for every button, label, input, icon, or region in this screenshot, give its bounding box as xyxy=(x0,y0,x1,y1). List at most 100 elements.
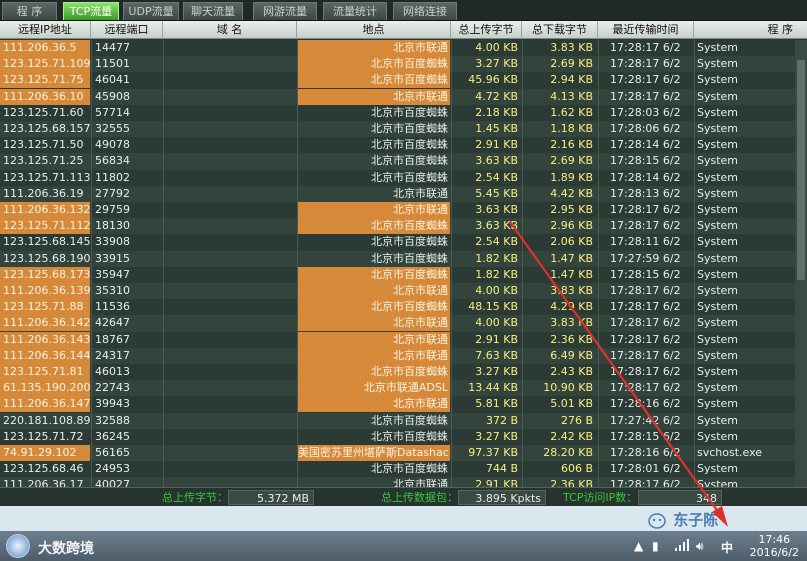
upload-bytes-cell: 4.00 KB xyxy=(475,316,518,330)
col-remote-ip[interactable]: 远程IP地址 xyxy=(0,21,91,39)
tab-game-traffic[interactable]: 网游流量 xyxy=(253,2,317,20)
upload-bytes-cell: 4.72 KB xyxy=(475,89,518,103)
location-cell: 北京市百度蜘蛛 xyxy=(371,122,448,135)
column-divider xyxy=(694,40,695,487)
last-transfer-cell: 17:28:15 6/2 xyxy=(610,154,681,168)
table-row[interactable]: 220.181.108.89 32588 北京市百度蜘蛛 372 B 276 B 17:2… xyxy=(0,412,807,429)
table-row[interactable]: 111.206.36.139 35310 北京市联通 4.00 KB 3.83 KB 17… xyxy=(0,283,807,300)
last-transfer-cell: 17:28:14 6/2 xyxy=(610,138,681,152)
scrollbar-thumb[interactable] xyxy=(797,60,805,280)
last-transfer-cell: 17:28:17 6/2 xyxy=(610,41,681,54)
col-location[interactable]: 地点 xyxy=(297,21,451,39)
remote-port-cell: 57714 xyxy=(95,105,130,119)
download-bytes-cell: 1.89 KB xyxy=(550,170,593,184)
table-row[interactable]: 123.125.71.88 11536 北京市百度蜘蛛 48.15 KB 4.29 KB… xyxy=(0,299,807,316)
remote-port-cell: 46041 xyxy=(95,73,130,87)
remote-ip-cell: 111.206.36.143 xyxy=(0,331,90,348)
remote-port-cell: 56834 xyxy=(95,154,130,168)
volume-icon[interactable]: 🔊︎ xyxy=(696,539,704,554)
tab-network-connections[interactable]: 网络连接 xyxy=(393,2,457,20)
ime-indicator[interactable]: 中 xyxy=(721,539,733,556)
table-row[interactable]: 123.125.68.46 24953 北京市百度蜘蛛 744 B 606 B 17:28… xyxy=(0,461,807,477)
table-row[interactable]: 123.125.71.50 49078 北京市百度蜘蛛 2.91 KB 2.16 KB 1… xyxy=(0,137,807,153)
table-row[interactable]: 123.125.68.173 35947 北京市百度蜘蛛 1.82 KB 1.47 KB… xyxy=(0,266,807,283)
location-cell: 北京市百度蜘蛛 xyxy=(371,462,448,476)
table-row[interactable]: 111.206.36.132 29759 北京市联通 3.63 KB 2.95 KB 17… xyxy=(0,202,807,218)
remote-ip-cell: 123.125.68.173 xyxy=(0,266,90,283)
table-row[interactable]: 111.206.36.5 14477 北京市联通 4.00 KB 3.83 KB 17:2… xyxy=(0,40,807,56)
table-row[interactable]: 111.206.36.19 27792 北京市联通 5.45 KB 4.42 KB 17:… xyxy=(0,185,807,202)
tab-tcp-traffic[interactable]: TCP流量 xyxy=(63,2,119,20)
remote-ip-cell: 111.206.36.139 xyxy=(0,283,90,299)
remote-ip-cell: 123.125.68.157 xyxy=(3,122,90,135)
col-last-transfer[interactable]: 最近传输时间 xyxy=(598,21,694,39)
tab-chat-traffic[interactable]: 聊天流量 xyxy=(183,2,243,20)
remote-ip-cell: 123.125.71.25 xyxy=(3,154,84,168)
table-row[interactable]: 111.206.36.142 42647 北京市联通 4.00 KB 3.83 KB 17… xyxy=(0,315,807,332)
last-transfer-cell: 17:28:17 6/2 xyxy=(610,316,681,330)
program-cell: System xyxy=(697,73,739,87)
table-row[interactable]: 123.125.71.60 57714 北京市百度蜘蛛 2.18 KB 1.62 KB 1… xyxy=(0,105,807,121)
last-transfer-cell: 17:28:14 6/2 xyxy=(610,170,681,184)
program-cell: svchost.exe xyxy=(697,446,763,459)
vertical-scrollbar[interactable] xyxy=(795,40,807,487)
col-total-download[interactable]: 总下载字节 xyxy=(522,21,598,39)
location-cell: 北京市百度蜘蛛 xyxy=(371,105,448,119)
col-total-upload[interactable]: 总上传字节 xyxy=(451,21,522,39)
table-row[interactable]: 111.206.36.10 45908 北京市联通 4.72 KB 4.13 KB 17:… xyxy=(0,88,807,105)
table-row[interactable]: 123.125.71.75 46041 北京市百度蜘蛛 45.96 KB 2.94 KB… xyxy=(0,72,807,89)
upload-bytes-cell: 2.91 KB xyxy=(475,478,518,487)
program-cell: System xyxy=(697,381,739,395)
table-row[interactable]: 123.125.71.81 46013 北京市百度蜘蛛 3.27 KB 2.43 KB 1… xyxy=(0,364,807,380)
upload-bytes-cell: 5.45 KB xyxy=(475,186,518,200)
remote-port-cell: 18130 xyxy=(95,219,130,233)
download-bytes-cell: 606 B xyxy=(560,462,593,476)
table-row[interactable]: 111.206.36.143 18767 北京市联通 2.91 KB 2.36 KB 17… xyxy=(0,331,807,348)
last-transfer-cell: 17:28:17 6/2 xyxy=(610,89,681,103)
table-row[interactable]: 111.206.36.147 39943 北京市联通 5.81 KB 5.01 KB 17… xyxy=(0,396,807,413)
network-signal-icon[interactable] xyxy=(675,539,689,554)
start-button[interactable] xyxy=(6,534,30,558)
upload-bytes-cell: 3.63 KB xyxy=(475,154,518,168)
remote-port-cell: 45908 xyxy=(95,89,130,103)
upload-bytes-cell: 3.27 KB xyxy=(475,57,518,71)
remote-ip-cell: 111.206.36.17 xyxy=(3,478,84,487)
remote-port-cell: 14477 xyxy=(95,41,130,54)
table-row[interactable]: 123.125.71.25 56834 北京市百度蜘蛛 3.63 KB 2.69 KB 1… xyxy=(0,153,807,170)
tray-expand-icon[interactable]: ▲ xyxy=(634,539,643,553)
table-row[interactable]: 123.125.71.109 11501 北京市百度蜘蛛 3.27 KB 2.69 KB… xyxy=(0,56,807,73)
remote-ip-cell: 111.206.36.147 xyxy=(0,396,90,413)
tab-traffic-stats[interactable]: 流量统计 xyxy=(323,2,387,20)
column-divider xyxy=(163,40,164,487)
tray-flag-icon[interactable]: ▮ xyxy=(652,539,659,553)
download-bytes-cell: 4.13 KB xyxy=(550,89,593,103)
table-row[interactable]: 123.125.68.157 32555 北京市百度蜘蛛 1.45 KB 1.18 KB… xyxy=(0,121,807,138)
remote-ip-cell: 111.206.36.5 xyxy=(0,40,90,56)
location-cell: 北京市联通 xyxy=(298,396,450,413)
col-remote-port[interactable]: 远程端口 xyxy=(91,21,163,39)
table-row[interactable]: 74.91.29.102 56165 美国密苏里州堪萨斯Datashac... 97.… xyxy=(0,445,807,462)
tab-udp-traffic[interactable]: UDP流量 xyxy=(123,2,179,20)
upload-bytes-cell: 3.63 KB xyxy=(475,203,518,216)
table-row[interactable]: 111.206.36.144 24317 北京市联通 7.63 KB 6.49 KB 17… xyxy=(0,347,807,364)
tab-programs[interactable]: 程 序 xyxy=(2,2,57,20)
col-program[interactable]: 程 序 xyxy=(694,21,807,39)
remote-port-cell: 33915 xyxy=(95,251,130,265)
table-row[interactable]: 123.125.68.190 33915 北京市百度蜘蛛 1.82 KB 1.47 KB… xyxy=(0,250,807,267)
download-bytes-cell: 2.69 KB xyxy=(550,154,593,168)
last-transfer-cell: 17:28:11 6/2 xyxy=(610,235,681,249)
download-bytes-cell: 1.47 KB xyxy=(550,267,593,281)
table-row[interactable]: 111.206.36.17 40027 北京市联通 2.91 KB 2.36 KB 17:… xyxy=(0,477,807,487)
table-row[interactable]: 123.125.71.113 11802 北京市百度蜘蛛 2.54 KB 1.89 KB… xyxy=(0,170,807,186)
upload-bytes-cell: 97.37 KB xyxy=(468,446,518,459)
remote-ip-cell: 111.206.36.10 xyxy=(0,88,90,105)
location-cell: 北京市百度蜘蛛 xyxy=(371,235,448,249)
table-row[interactable]: 123.125.68.145 33908 北京市百度蜘蛛 2.54 KB 2.06 KB… xyxy=(0,234,807,250)
program-cell: System xyxy=(697,332,739,346)
table-row[interactable]: 61.135.190.200 22743 北京市联通ADSL 13.44 KB 10.9… xyxy=(0,380,807,397)
table-row[interactable]: 123.125.71.112 18130 北京市百度蜘蛛 3.63 KB 2.96 KB… xyxy=(0,218,807,235)
col-domain[interactable]: 域 名 xyxy=(163,21,297,39)
system-clock[interactable]: 17:46 2016/6/2 xyxy=(750,533,799,559)
table-row[interactable]: 123.125.71.72 36245 北京市百度蜘蛛 3.27 KB 2.42 KB 1… xyxy=(0,429,807,445)
download-bytes-cell: 2.43 KB xyxy=(550,365,593,378)
